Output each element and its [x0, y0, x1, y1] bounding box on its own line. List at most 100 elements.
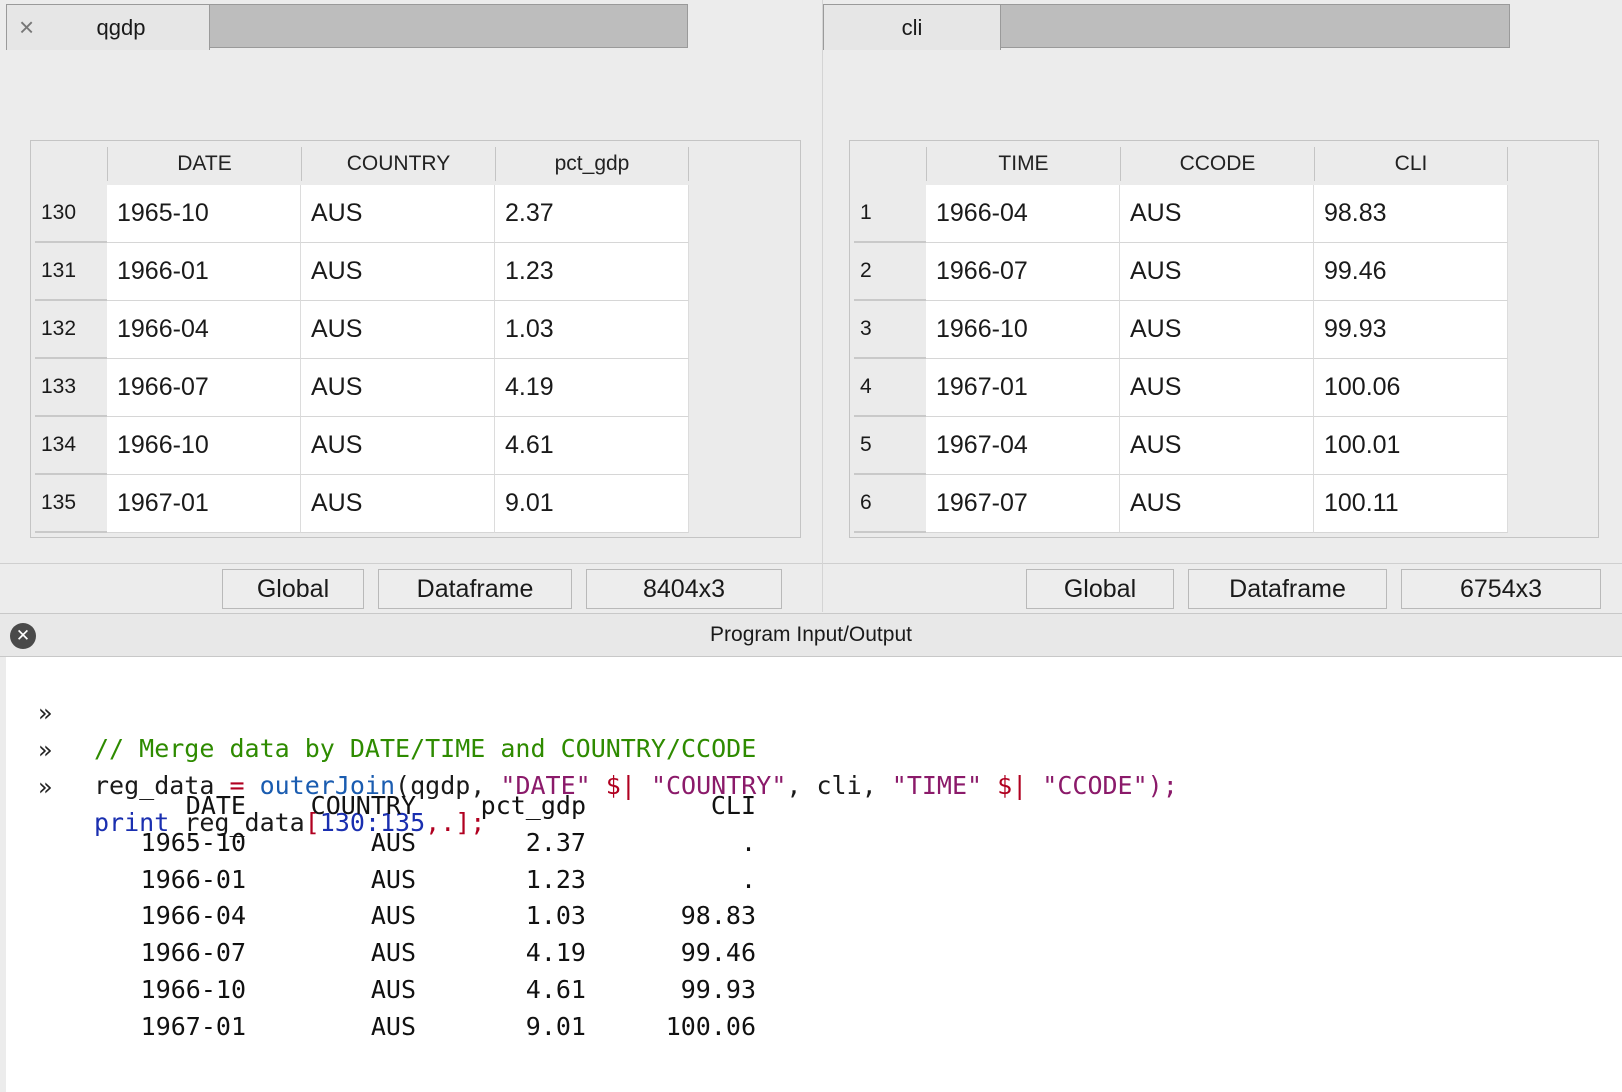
table-cell[interactable]: 1967-01	[107, 475, 301, 533]
table-cell[interactable]: 100.11	[1314, 475, 1508, 533]
table-row[interactable]: 130 1965-10 AUS 2.37	[31, 185, 800, 245]
type-button[interactable]: Dataframe	[1188, 569, 1387, 609]
table-cell[interactable]: 1.03	[495, 301, 689, 359]
row-number[interactable]: 5	[854, 417, 926, 475]
table-cell[interactable]: AUS	[1120, 475, 1314, 533]
output-cell: 1966-07	[140, 938, 246, 968]
output-cell: 1.03	[525, 901, 586, 931]
code-string: "CCODE"	[1042, 771, 1148, 800]
table-cell[interactable]: 1967-07	[926, 475, 1120, 533]
row-number[interactable]: 134	[35, 417, 107, 475]
code-args: );	[1147, 771, 1178, 800]
output-cell: AUS	[370, 974, 416, 1004]
row-number[interactable]: 132	[35, 301, 107, 359]
output-cell: .	[740, 828, 756, 857]
output-cell: 4.61	[525, 974, 586, 1004]
table-cell[interactable]: 99.46	[1314, 243, 1508, 301]
table-cell[interactable]: 4.61	[495, 417, 689, 475]
io-panel-titlebar: Program Input/Output ✕	[0, 613, 1622, 657]
row-number[interactable]: 3	[854, 301, 926, 359]
table-cell[interactable]: AUS	[1120, 417, 1314, 475]
table-cell[interactable]: 1966-01	[107, 243, 301, 301]
table-cell[interactable]: 2.37	[495, 185, 689, 243]
row-number[interactable]: 4	[854, 359, 926, 417]
table-cell[interactable]: AUS	[1120, 301, 1314, 359]
row-number[interactable]: 6	[854, 475, 926, 533]
output-cell: 99.93	[680, 974, 756, 1004]
table-row[interactable]: 6 1967-07 AUS 100.11	[850, 475, 1598, 535]
table-row[interactable]: 133 1966-07 AUS 4.19	[31, 359, 800, 419]
table-cell[interactable]: 4.19	[495, 359, 689, 417]
table-cell[interactable]: AUS	[301, 475, 495, 533]
table-cell[interactable]: 99.93	[1314, 301, 1508, 359]
table-cell[interactable]: AUS	[301, 185, 495, 243]
table-cell[interactable]: 1966-04	[926, 185, 1120, 243]
type-button[interactable]: Dataframe	[378, 569, 572, 609]
table-cell[interactable]: 100.06	[1314, 359, 1508, 417]
output-cell: 100.06	[665, 1011, 756, 1041]
table-cell[interactable]: AUS	[1120, 185, 1314, 243]
table-row[interactable]: 131 1966-01 AUS 1.23	[31, 243, 800, 303]
table-cell[interactable]: AUS	[301, 243, 495, 301]
dimensions-button[interactable]: 8404x3	[586, 569, 782, 609]
close-icon[interactable]: ✕	[10, 623, 36, 649]
table-cell[interactable]: 100.01	[1314, 417, 1508, 475]
column-header-time[interactable]: TIME	[926, 147, 1120, 181]
table-cell[interactable]: 1966-07	[107, 359, 301, 417]
column-header-date[interactable]: DATE	[107, 147, 301, 181]
close-icon[interactable]: ×	[19, 14, 34, 40]
qgdp-pane: × qgdp DATE COUNTRY pct_gdp 130 1965-10 AU…	[0, 0, 823, 612]
data-grid-qgdp[interactable]: DATE COUNTRY pct_gdp 130 1965-10 AUS 2.37 13…	[30, 140, 801, 538]
scope-button[interactable]: Global	[1026, 569, 1174, 609]
table-cell[interactable]: 9.01	[495, 475, 689, 533]
scope-button[interactable]: Global	[222, 569, 364, 609]
row-number[interactable]: 131	[35, 243, 107, 301]
row-number[interactable]: 2	[854, 243, 926, 301]
table-cell[interactable]: 1966-10	[107, 417, 301, 475]
dimensions-button[interactable]: 6754x3	[1401, 569, 1601, 609]
table-cell[interactable]: 1967-01	[926, 359, 1120, 417]
table-row[interactable]: 134 1966-10 AUS 4.61	[31, 417, 800, 477]
table-row[interactable]: 1 1966-04 AUS 98.83	[850, 185, 1598, 245]
table-cell[interactable]: AUS	[301, 301, 495, 359]
table-cell[interactable]: 1966-10	[926, 301, 1120, 359]
table-cell[interactable]: 1966-07	[926, 243, 1120, 301]
row-number[interactable]: 135	[35, 475, 107, 533]
table-row[interactable]: 5 1967-04 AUS 100.01	[850, 417, 1598, 477]
table-row[interactable]: 4 1967-01 AUS 100.06	[850, 359, 1598, 419]
table-cell[interactable]: AUS	[301, 359, 495, 417]
output-cell: AUS	[370, 901, 416, 931]
output-header-pct-gdp: pct_gdp	[480, 791, 586, 820]
output-header-cli: CLI	[710, 791, 756, 820]
program-io-console[interactable]: » // Merge data by DATE/TIME and COUNTRY…	[6, 657, 1622, 1092]
table-row[interactable]: 135 1967-01 AUS 9.01	[31, 475, 800, 535]
column-header-cli[interactable]: CLI	[1314, 147, 1508, 181]
table-cell[interactable]: AUS	[1120, 359, 1314, 417]
table-cell[interactable]: 1967-04	[926, 417, 1120, 475]
table-cell[interactable]: 1966-04	[107, 301, 301, 359]
row-number[interactable]: 130	[35, 185, 107, 243]
output-cell: AUS	[370, 864, 416, 894]
column-header-country[interactable]: COUNTRY	[301, 147, 495, 181]
data-grid-cli[interactable]: TIME CCODE CLI 1 1966-04 AUS 98.83 2 1966-07 A…	[849, 140, 1599, 538]
output-cell: 4.19	[525, 938, 586, 968]
column-header-ccode[interactable]: CCODE	[1120, 147, 1314, 181]
output-header-country: COUNTRY	[310, 791, 416, 820]
output-header-date: DATE	[185, 791, 246, 820]
table-cell[interactable]: 98.83	[1314, 185, 1508, 243]
row-number[interactable]: 133	[35, 359, 107, 417]
output-cell: 2.37	[525, 828, 586, 857]
output-cell: 1967-01	[140, 1011, 246, 1041]
column-header-pct-gdp[interactable]: pct_gdp	[495, 147, 689, 181]
table-cell[interactable]: AUS	[1120, 243, 1314, 301]
code-string: "TIME"	[891, 771, 983, 800]
table-row[interactable]: 132 1966-04 AUS 1.03	[31, 301, 800, 361]
table-cell[interactable]: 1965-10	[107, 185, 301, 243]
row-number[interactable]: 1	[854, 185, 926, 243]
table-row[interactable]: 2 1966-07 AUS 99.46	[850, 243, 1598, 303]
table-cell[interactable]: AUS	[301, 417, 495, 475]
tab-cli[interactable]: cli	[823, 4, 1001, 50]
table-cell[interactable]: 1.23	[495, 243, 689, 301]
table-row[interactable]: 3 1966-10 AUS 99.93	[850, 301, 1598, 361]
tab-qgdp[interactable]: × qgdp	[6, 4, 210, 50]
